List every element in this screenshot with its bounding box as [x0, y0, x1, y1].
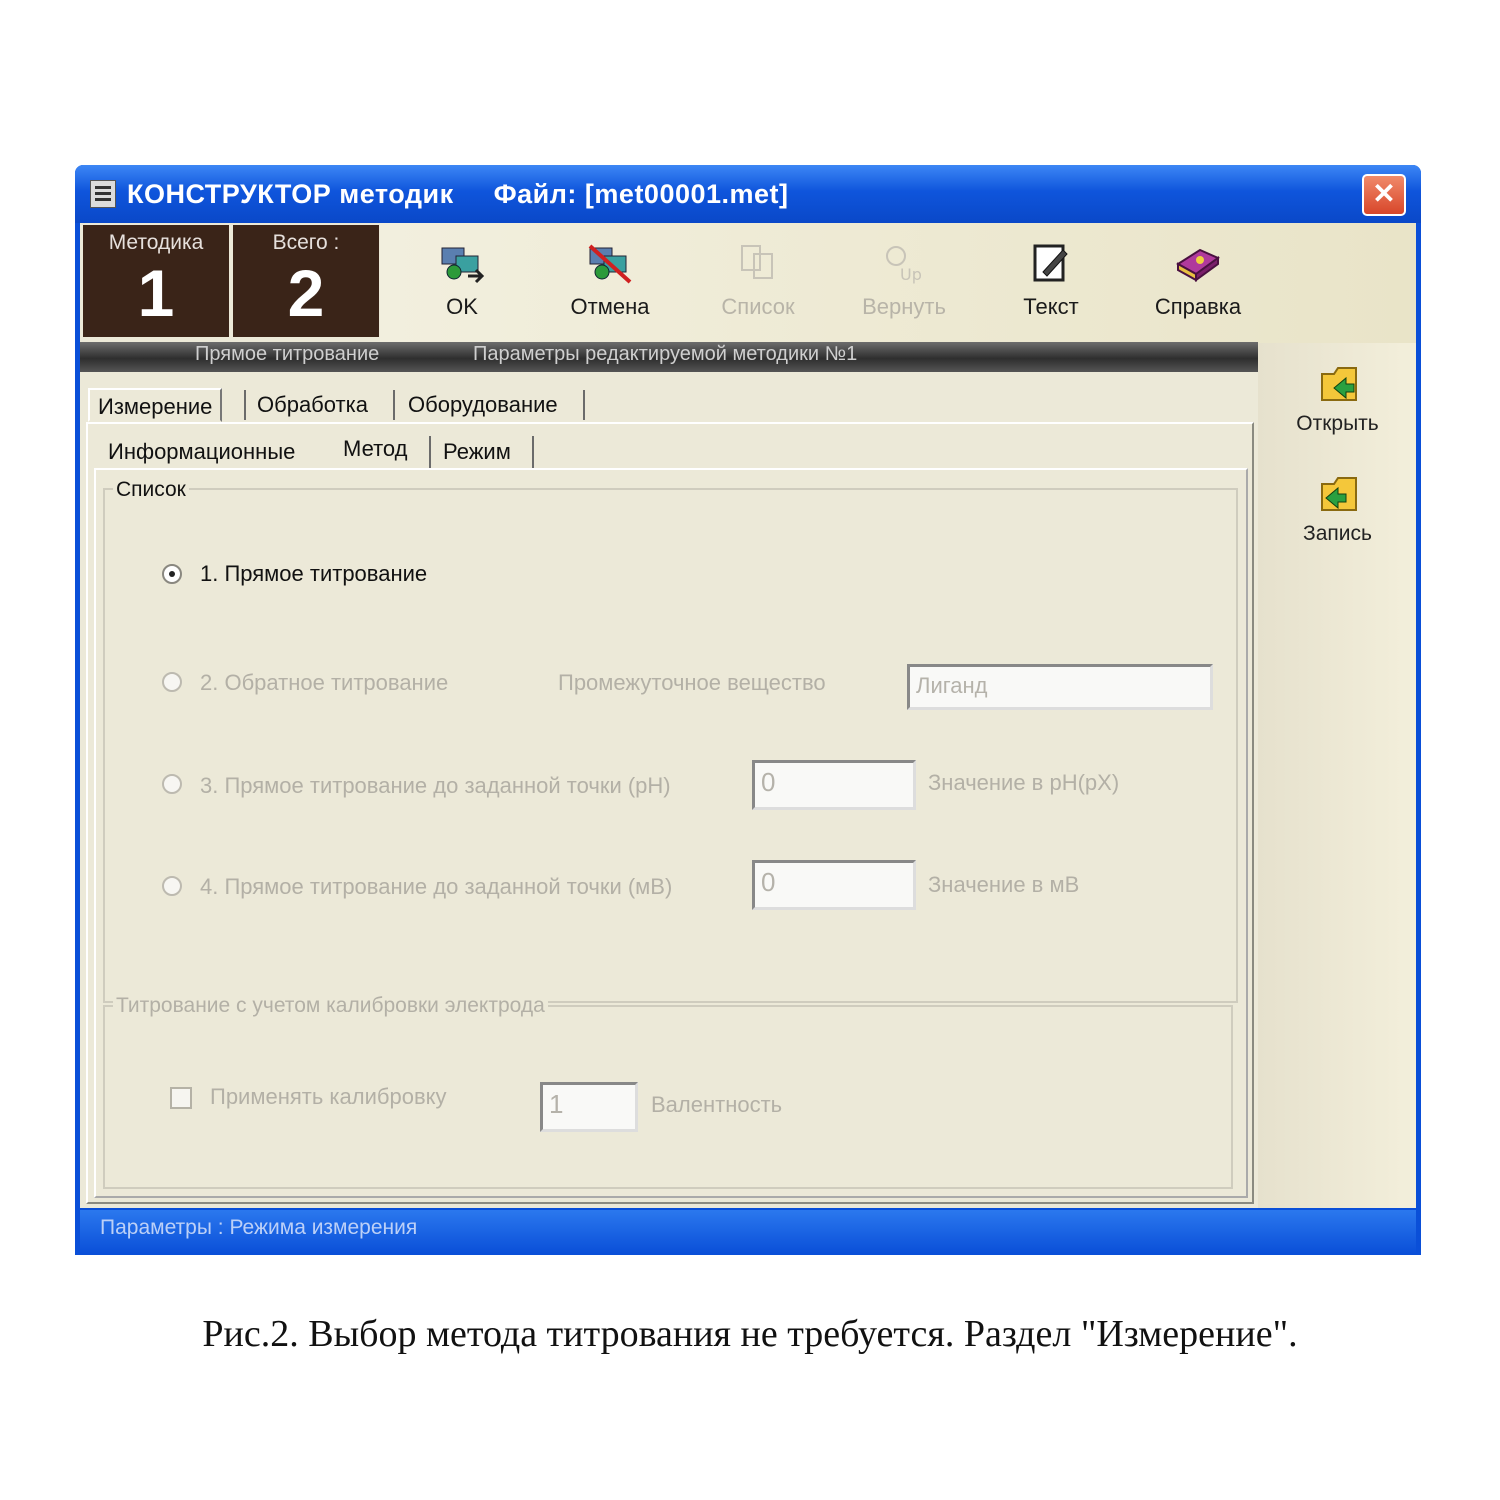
open-label: Открыть: [1296, 412, 1379, 435]
ok-label: OK: [446, 294, 478, 319]
list-button[interactable]: Список: [688, 238, 828, 333]
tab-separator: [393, 390, 395, 420]
ph-value-input[interactable]: 0: [752, 760, 916, 810]
method-counter-value: 1: [137, 256, 175, 330]
current-method-name: Прямое титрование: [195, 343, 380, 365]
figure-caption: Рис.2. Выбор метода титрования не требуе…: [202, 1313, 1298, 1355]
ph-value-label: Значение в pH(pX): [928, 770, 1120, 795]
text-edit-icon: [1033, 244, 1068, 282]
save-label: Запись: [1303, 522, 1372, 545]
subtab-mode[interactable]: Режим: [443, 435, 511, 469]
option-back-titration-label: 2. Обратное титрование: [200, 670, 449, 695]
save-folder-icon: [1321, 477, 1357, 511]
ok-icon: [441, 247, 485, 284]
method-counter: Методика 1: [83, 225, 229, 337]
subtab-separator: [429, 436, 431, 468]
tab-separator: [244, 390, 246, 420]
apply-calibration-checkbox[interactable]: [170, 1087, 192, 1109]
list-icon: [741, 245, 773, 279]
tab-processing[interactable]: Обработка: [249, 388, 376, 422]
mv-value-label: Значение в мВ: [928, 872, 1080, 897]
text-label: Текст: [1023, 294, 1079, 319]
svg-text:Up: Up: [900, 265, 922, 284]
subtab-separator: [532, 436, 534, 468]
undo-label: Вернуть: [862, 294, 946, 319]
tab-equipment[interactable]: Оборудование: [400, 388, 566, 422]
option-endpoint-mv-label: 4. Прямое титрование до заданной точки (…: [200, 874, 673, 899]
close-button[interactable]: ✕: [1362, 174, 1406, 216]
edited-method-caption: Параметры редактируемой методики №1: [473, 343, 858, 365]
radio-direct-titration[interactable]: [162, 564, 182, 584]
intermediate-substance-input[interactable]: Лиганд: [907, 664, 1213, 710]
apply-calibration-label: Применять калибровку: [210, 1084, 447, 1109]
valence-label: Валентность: [651, 1092, 783, 1117]
help-label: Справка: [1154, 294, 1242, 319]
radio-endpoint-mv[interactable]: [162, 876, 182, 896]
option-endpoint-ph-label: 3. Прямое титрование до заданной точки (…: [200, 773, 671, 798]
total-counter: Всего : 2: [233, 225, 379, 337]
undo-icon: Up: [886, 246, 922, 284]
tab-measurement[interactable]: Измерение: [88, 388, 223, 422]
cancel-label: Отмена: [570, 294, 650, 319]
cancel-icon: [588, 244, 632, 284]
valence-input[interactable]: 1: [540, 1082, 638, 1132]
tab-separator: [583, 390, 585, 420]
method-counter-label: Методика: [108, 231, 204, 254]
total-counter-value: 2: [287, 256, 325, 330]
radio-back-titration[interactable]: [162, 672, 182, 692]
undo-button[interactable]: Up Вернуть: [834, 238, 974, 333]
calibration-group-title: Титрование с учетом калибровки электрода: [113, 994, 548, 1018]
app-icon: [90, 180, 116, 208]
text-button[interactable]: Текст: [981, 238, 1121, 333]
radio-endpoint-ph[interactable]: [162, 774, 182, 794]
option-direct-titration-label: 1. Прямое титрование: [200, 561, 428, 586]
cancel-button[interactable]: Отмена: [540, 238, 680, 333]
status-text: Параметры : Режима измерения: [100, 1216, 418, 1239]
method-list-title: Список: [113, 478, 189, 502]
open-button[interactable]: Открыть: [1275, 362, 1400, 462]
open-folder-icon: [1321, 367, 1357, 401]
total-counter-label: Всего :: [272, 231, 340, 254]
window-title: КОНСТРУКТОР методик Файл: [met00001.met]: [127, 179, 789, 209]
save-button[interactable]: Запись: [1275, 472, 1400, 572]
help-button[interactable]: Справка: [1128, 238, 1268, 333]
help-book-icon: [1176, 248, 1220, 282]
subtab-method[interactable]: Метод: [343, 432, 408, 466]
list-label: Список: [721, 294, 795, 319]
subtab-info[interactable]: Информационные: [108, 435, 295, 469]
mv-value-input[interactable]: 0: [752, 860, 916, 910]
ok-button[interactable]: OK: [392, 238, 532, 333]
intermediate-substance-label: Промежуточное вещество: [558, 670, 826, 695]
